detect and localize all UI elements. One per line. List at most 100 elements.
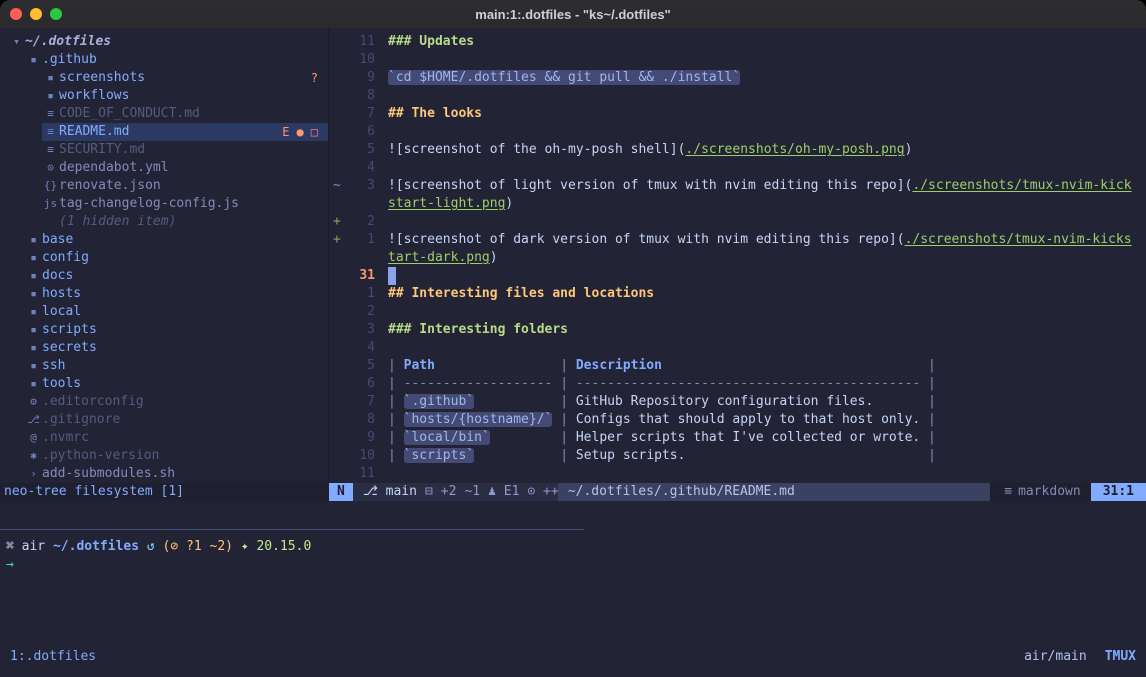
text-segment: ): [490, 250, 498, 265]
filetype-label: markdown: [1018, 483, 1081, 501]
text-segment: |: [388, 448, 404, 463]
tree-item-nvmrc[interactable]: @.nvmrc: [0, 429, 328, 447]
tree-item-dependabot-yml[interactable]: ⊙dependabot.yml: [0, 159, 328, 177]
editor-line[interactable]: 9`cd $HOME/.dotfiles && git pull && ./in…: [329, 69, 1146, 87]
tree-item-label: renovate.json: [59, 177, 161, 195]
folder-icon: ▪: [25, 357, 42, 375]
tree-item-label: add-submodules.sh: [42, 465, 175, 483]
folder-icon: ▪: [25, 303, 42, 321]
git-status: ⎇ main⊟+2~1♟ E1⊙ ++: [353, 483, 558, 501]
editor-line[interactable]: 6| ------------------- | ---------------…: [329, 375, 1146, 393]
folder-icon: ▪: [25, 321, 42, 339]
editor-line[interactable]: 8: [329, 87, 1146, 105]
editor-line[interactable]: +2: [329, 213, 1146, 231]
text-segment: ./screenshots/tmux-nvim-kicks: [905, 232, 1132, 247]
editor-line[interactable]: 4: [329, 339, 1146, 357]
editor-line[interactable]: 8| `hosts/{hostname}/` | Configs that sh…: [329, 411, 1146, 429]
markdown-file-icon: ≡: [42, 141, 59, 159]
line-text: ![screenshot of light version of tmux wi…: [388, 177, 1132, 195]
tree-item-inner: ›add-submodules.sh: [25, 465, 328, 483]
gutter-sign: [329, 465, 348, 483]
editor-line[interactable]: 4: [329, 159, 1146, 177]
editor-line[interactable]: 11: [329, 465, 1146, 483]
line-text: | `local/bin` | Helper scripts that I've…: [388, 429, 936, 447]
tree-item-label: .editorconfig: [42, 393, 144, 411]
tree-item-label: ~/.dotfiles: [25, 33, 111, 51]
text-segment: |: [920, 412, 936, 427]
editor-line[interactable]: 31: [329, 267, 1146, 285]
tree-item-screenshots[interactable]: ▪screenshots?: [0, 69, 328, 87]
editor-line[interactable]: 11### Updates: [329, 33, 1146, 51]
zoom-button[interactable]: [50, 8, 62, 20]
tree-item-base[interactable]: ▪base: [0, 231, 328, 249]
tree-item-secrets[interactable]: ▪secrets: [0, 339, 328, 357]
tree-item-label: docs: [42, 267, 73, 285]
editor-line[interactable]: +1![screenshot of dark version of tmux w…: [329, 231, 1146, 249]
editor-line[interactable]: ~3![screenshot of light version of tmux …: [329, 177, 1146, 195]
git-status-segment: ♟ E1: [488, 483, 519, 501]
editor-line[interactable]: 10| `scripts` | Setup scripts. |: [329, 447, 1146, 465]
close-button[interactable]: [10, 8, 22, 20]
editor-line[interactable]: 5![screenshot of the oh-my-posh shell](.…: [329, 141, 1146, 159]
editor-line[interactable]: 10: [329, 51, 1146, 69]
tree-item-label: base: [42, 231, 73, 249]
line-number: 2: [348, 303, 375, 321]
editor-line[interactable]: 7## The looks: [329, 105, 1146, 123]
tree-item-dotfiles[interactable]: ▾~/.dotfiles: [0, 33, 328, 51]
tree-item-security-md[interactable]: ≡SECURITY.md: [0, 141, 328, 159]
text-segment: Description: [576, 358, 662, 373]
tree-item-inner: ✱.python-version: [25, 447, 328, 465]
tree-item-inner: ▾~/.dotfiles: [8, 33, 328, 51]
gutter-sign: [329, 123, 348, 141]
editor-line[interactable]: 7| `.github` | GitHub Repository configu…: [329, 393, 1146, 411]
tree-item-local[interactable]: ▪local: [0, 303, 328, 321]
line-text: | `scripts` | Setup scripts. |: [388, 447, 936, 465]
minimize-button[interactable]: [30, 8, 42, 20]
mode-indicator: N: [329, 483, 353, 501]
window-title: main:1:.dotfiles - "ks~/.dotfiles": [475, 7, 670, 22]
tree-item-add-submodules-sh[interactable]: ›add-submodules.sh: [0, 465, 328, 483]
diagnostic-badge: E: [282, 123, 289, 141]
tree-item-inner: ≡CODE_OF_CONDUCT.md: [42, 105, 328, 123]
line-number: 3: [348, 177, 375, 195]
gutter-sign: [329, 33, 348, 51]
tmux-window-item[interactable]: 1:.dotfiles: [10, 647, 96, 667]
text-segment: `hosts/{hostname}/`: [404, 412, 553, 427]
tree-item-code-of-conduct-md[interactable]: ≡CODE_OF_CONDUCT.md: [0, 105, 328, 123]
tree-item-github[interactable]: ▪.github: [0, 51, 328, 69]
tree-item-python-version[interactable]: ✱.python-version: [0, 447, 328, 465]
tree-item-inner: ▪.github: [25, 51, 328, 69]
text-segment: |: [552, 376, 575, 391]
text-segment: `cd $HOME/.dotfiles && git pull && ./ins…: [388, 70, 740, 85]
tree-item-scripts[interactable]: ▪scripts: [0, 321, 328, 339]
tree-item-hosts[interactable]: ▪hosts: [0, 285, 328, 303]
git-status-segment: ~1: [464, 483, 480, 501]
tree-item-readme-md[interactable]: ≡README.mdE●□: [0, 123, 328, 141]
text-segment: |: [920, 358, 936, 373]
tree-item-1-hidden-item[interactable]: (1 hidden item): [0, 213, 328, 231]
tree-item-gitignore[interactable]: ⎇.gitignore: [0, 411, 328, 429]
editor-line[interactable]: start-light.png): [329, 195, 1146, 213]
editor-line[interactable]: 3### Interesting folders: [329, 321, 1146, 339]
editor-line[interactable]: 1## Interesting files and locations: [329, 285, 1146, 303]
editor-line[interactable]: 2: [329, 303, 1146, 321]
tree-item-tools[interactable]: ▪tools: [0, 375, 328, 393]
tree-item-workflows[interactable]: ▪workflows: [0, 87, 328, 105]
tree-item-inner: ≡README.mdE●□: [42, 123, 328, 141]
tree-item-tag-changelog-config-js[interactable]: jstag-changelog-config.js: [0, 195, 328, 213]
tree-item-editorconfig[interactable]: ⚙.editorconfig: [0, 393, 328, 411]
tree-item-docs[interactable]: ▪docs: [0, 267, 328, 285]
text-segment: [474, 448, 552, 463]
tree-item-renovate-json[interactable]: {}renovate.json: [0, 177, 328, 195]
cwd-label: ~/.dotfiles: [53, 539, 147, 554]
line-number: 1: [348, 231, 375, 249]
editor-line[interactable]: tart-dark.png): [329, 249, 1146, 267]
tree-item-ssh[interactable]: ▪ssh: [0, 357, 328, 375]
tree-item-config[interactable]: ▪config: [0, 249, 328, 267]
editor-line[interactable]: 6: [329, 123, 1146, 141]
folder-icon: ▪: [25, 231, 42, 249]
editor-line[interactable]: 9| `local/bin` | Helper scripts that I'v…: [329, 429, 1146, 447]
nvim-panes: ▾~/.dotfiles▪.github▪screenshots?▪workfl…: [0, 28, 1146, 483]
editor-line[interactable]: 5| Path | Description |: [329, 357, 1146, 375]
tree-item-label: config: [42, 249, 89, 267]
